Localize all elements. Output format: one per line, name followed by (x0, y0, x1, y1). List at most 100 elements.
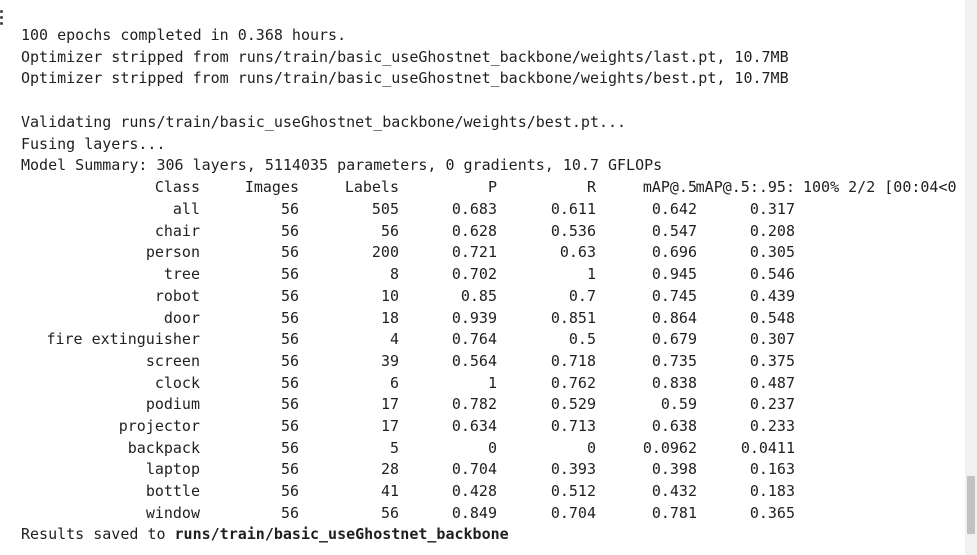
log-line: Validating runs/train/basic_useGhostnet_… (21, 113, 627, 131)
col-map50-95: 0.439 (749, 287, 795, 305)
col-p: 0.721 (451, 243, 497, 261)
col-map50: 0.745 (651, 287, 697, 305)
col-r: 0.611 (550, 200, 596, 218)
col-map50: 0.0962 (642, 439, 697, 457)
header-col-images: Images (244, 178, 299, 196)
col-class: chair (154, 222, 200, 240)
col-images: 56 (280, 243, 299, 261)
col-labels: 505 (371, 200, 399, 218)
col-map50-95: 0.183 (749, 482, 795, 500)
col-map50: 0.638 (651, 417, 697, 435)
col-images: 56 (280, 417, 299, 435)
col-images: 56 (280, 309, 299, 327)
col-class: clock (154, 374, 200, 392)
col-r: 0.762 (550, 374, 596, 392)
col-labels: 28 (380, 460, 399, 478)
col-labels: 17 (380, 395, 399, 413)
col-labels: 17 (380, 417, 399, 435)
col-map50: 0.781 (651, 504, 697, 522)
col-r: 0.512 (550, 482, 596, 500)
col-labels: 5 (389, 439, 399, 457)
col-map50-95: 0.307 (749, 330, 795, 348)
col-p: 0.704 (451, 460, 497, 478)
col-labels: 56 (380, 504, 399, 522)
col-r: 0 (586, 439, 596, 457)
header-col-p: P (487, 178, 497, 196)
col-map50: 0.838 (651, 374, 697, 392)
col-map50-95: 0.365 (749, 504, 795, 522)
col-r: 0.5 (568, 330, 596, 348)
col-map50-95: 0.233 (749, 417, 795, 435)
col-r: 1 (586, 265, 596, 283)
col-p: 0.939 (451, 309, 497, 327)
log-line: Fusing layers... (21, 135, 166, 153)
col-images: 56 (280, 460, 299, 478)
col-labels: 56 (380, 222, 399, 240)
log-line: 100 epochs completed in 0.368 hours. (21, 26, 347, 44)
header-col-map50: mAP@.5 (642, 178, 697, 196)
col-r: 0.393 (550, 460, 596, 478)
col-images: 56 (280, 374, 299, 392)
col-map50: 0.642 (651, 200, 697, 218)
col-p: 0.85 (460, 287, 497, 305)
col-labels: 41 (380, 482, 399, 500)
col-labels: 8 (389, 265, 399, 283)
col-p: 0.564 (451, 352, 497, 370)
col-r: 0.63 (559, 243, 596, 261)
col-class: person (145, 243, 200, 261)
col-map50: 0.945 (651, 265, 697, 283)
col-map50-95: 0.375 (749, 352, 795, 370)
col-labels: 4 (389, 330, 399, 348)
vertical-scrollbar[interactable] (965, 0, 977, 555)
output-menu-handle[interactable] (0, 10, 4, 28)
col-images: 56 (280, 482, 299, 500)
col-r: 0.718 (550, 352, 596, 370)
col-class: robot (154, 287, 200, 305)
results-line: Results saved to runs/train/basic_useGho… (21, 524, 509, 546)
col-map50: 0.679 (651, 330, 697, 348)
col-class: laptop (145, 460, 200, 478)
col-images: 56 (280, 222, 299, 240)
col-class: bottle (145, 482, 200, 500)
col-class: podium (145, 395, 200, 413)
col-p: 0.634 (451, 417, 497, 435)
col-r: 0.851 (550, 309, 596, 327)
scrollbar-thumb[interactable] (967, 476, 975, 534)
col-images: 56 (280, 287, 299, 305)
col-r: 0.713 (550, 417, 596, 435)
col-r: 0.536 (550, 222, 596, 240)
col-images: 56 (280, 200, 299, 218)
col-class: fire extinguisher (46, 330, 200, 348)
col-map50-95: 0.548 (749, 309, 795, 327)
col-images: 56 (280, 265, 299, 283)
col-class: screen (145, 352, 200, 370)
col-p: 0.628 (451, 222, 497, 240)
header-col-map50-95: mAP@.5:.95: (695, 178, 795, 196)
col-r: 0.7 (568, 287, 596, 305)
log-line: Optimizer stripped from runs/train/basic… (21, 48, 789, 66)
col-map50-95: 0.237 (749, 395, 795, 413)
col-p: 0 (487, 439, 497, 457)
col-labels: 18 (380, 309, 399, 327)
col-map50-95: 0.163 (749, 460, 795, 478)
progress-text: 100% 2/2 [00:04<0 (803, 178, 957, 196)
results-path: runs/train/basic_useGhostnet_backbone (174, 525, 509, 543)
col-p: 0.849 (451, 504, 497, 522)
col-images: 56 (280, 439, 299, 457)
log-line: Model Summary: 306 layers, 5114035 param… (21, 156, 663, 174)
col-map50: 0.696 (651, 243, 697, 261)
header-col-r: R (586, 178, 596, 196)
col-class: all (172, 200, 200, 218)
col-map50: 0.398 (651, 460, 697, 478)
col-map50: 0.59 (660, 395, 697, 413)
col-p: 0.683 (451, 200, 497, 218)
col-class: projector (118, 417, 200, 435)
col-class: door (163, 309, 200, 327)
col-map50-95: 0.487 (749, 374, 795, 392)
col-p: 0.702 (451, 265, 497, 283)
col-map50-95: 0.0411 (740, 439, 795, 457)
col-p: 0.782 (451, 395, 497, 413)
col-r: 0.529 (550, 395, 596, 413)
col-map50-95: 0.305 (749, 243, 795, 261)
col-map50: 0.547 (651, 222, 697, 240)
